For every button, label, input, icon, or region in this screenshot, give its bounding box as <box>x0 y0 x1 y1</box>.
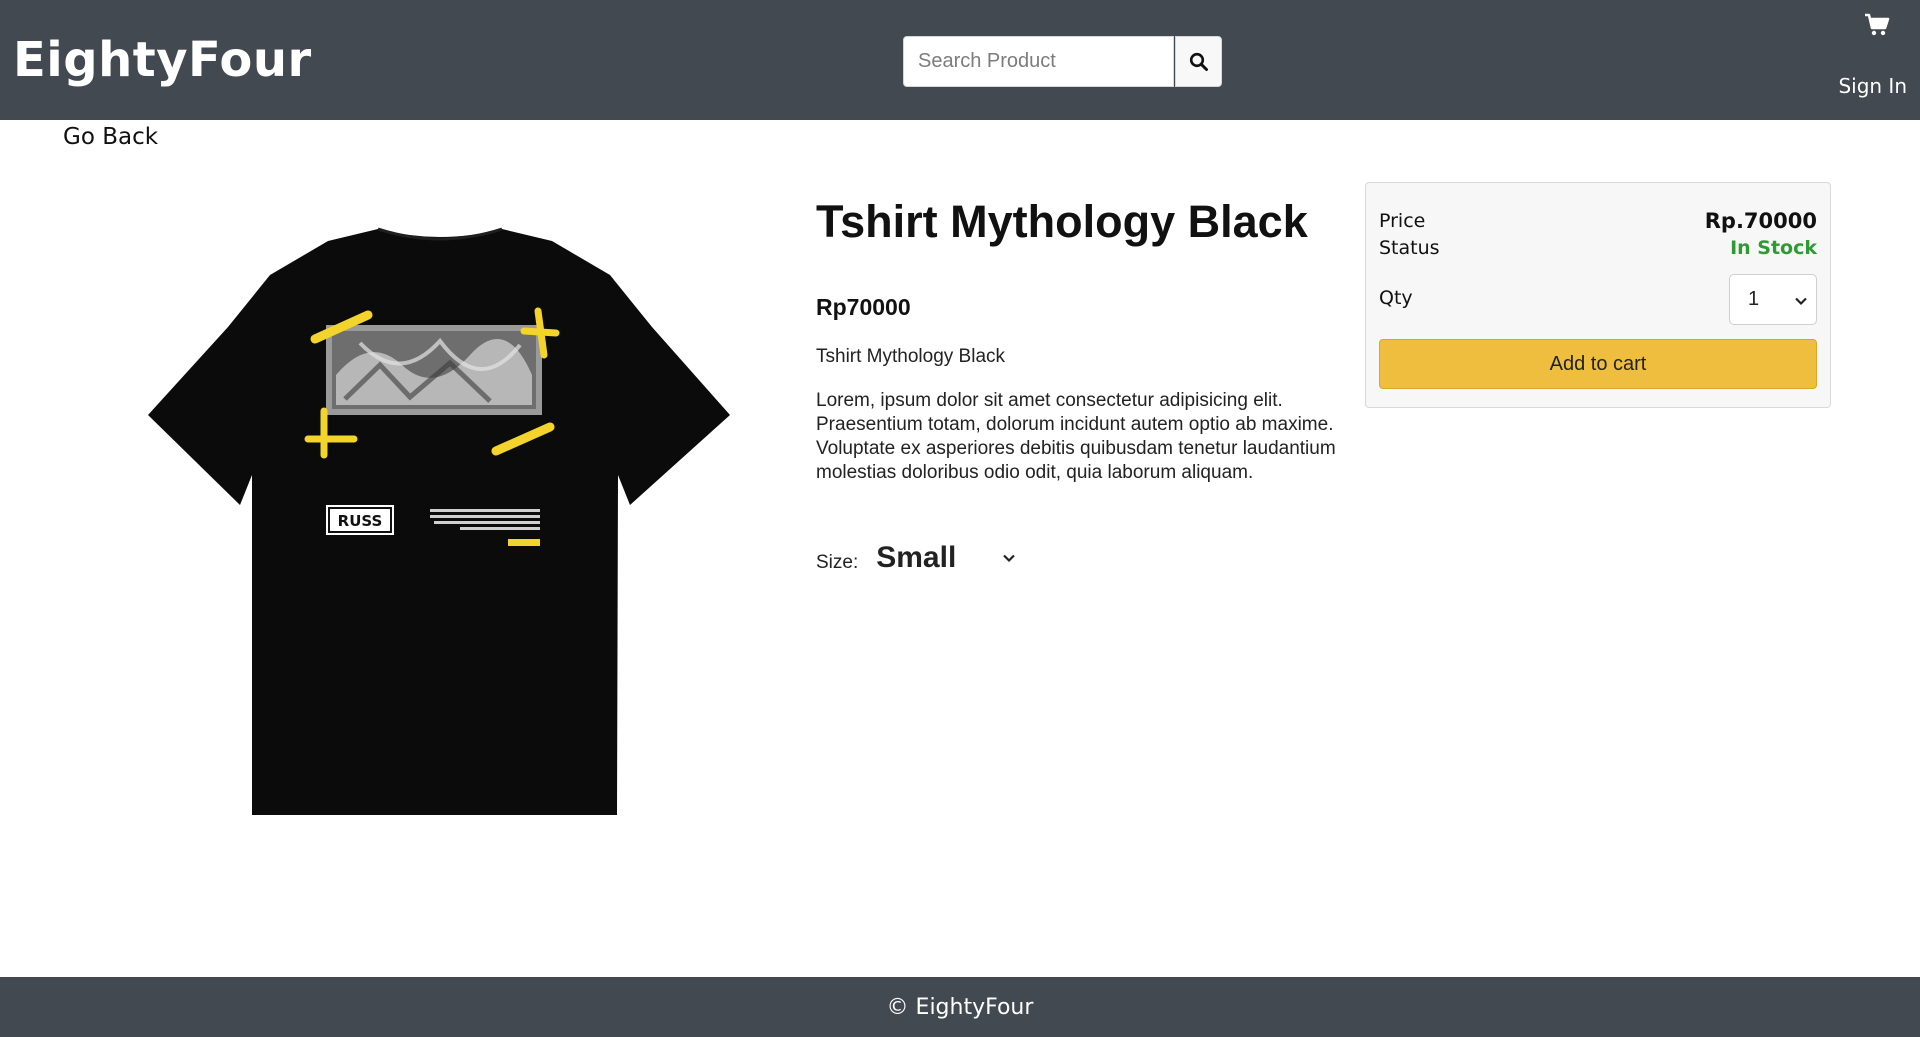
product-title: Tshirt Mythology Black <box>816 196 1308 247</box>
print-text-russ: RUSS <box>338 512 383 530</box>
status-label: Status <box>1379 237 1440 259</box>
search-icon <box>1189 52 1208 71</box>
qty-select[interactable]: 1 <box>1729 274 1817 325</box>
search-input[interactable] <box>903 36 1174 87</box>
qty-selected-value: 1 <box>1748 288 1760 310</box>
product-price: Rp70000 <box>816 294 911 320</box>
purchase-card: Price Rp.70000 Status In Stock Qty 1 Add… <box>1365 182 1831 408</box>
footer-copyright: © EightyFour <box>886 994 1034 1020</box>
add-to-cart-button[interactable]: Add to cart <box>1379 339 1817 389</box>
footer: © EightyFour <box>0 977 1920 1037</box>
size-select[interactable]: Small <box>876 541 1016 575</box>
go-back-link[interactable]: Go Back <box>63 124 158 150</box>
price-label: Price <box>1379 210 1426 232</box>
size-label: Size: <box>816 552 859 573</box>
price-value: Rp.70000 <box>1704 209 1817 233</box>
chevron-down-icon <box>1795 297 1807 306</box>
size-selector-row: Size: Small <box>816 541 1016 575</box>
product-short-description: Tshirt Mythology Black <box>816 346 1006 367</box>
brand-logo[interactable]: EightyFour <box>13 32 312 88</box>
product-image: RUSS <box>148 227 730 815</box>
cart-icon[interactable] <box>1864 12 1890 38</box>
sign-in-link[interactable]: Sign In <box>1838 74 1907 98</box>
size-selected-value: Small <box>876 541 957 574</box>
chevron-down-icon <box>1003 554 1016 563</box>
product-description: Lorem, ipsum dolor sit amet consectetur … <box>816 390 1336 483</box>
qty-label: Qty <box>1379 287 1413 309</box>
search-form <box>903 36 1222 87</box>
status-badge: In Stock <box>1730 237 1817 259</box>
search-button[interactable] <box>1175 36 1222 87</box>
navbar: EightyFour Sign In <box>0 0 1920 120</box>
